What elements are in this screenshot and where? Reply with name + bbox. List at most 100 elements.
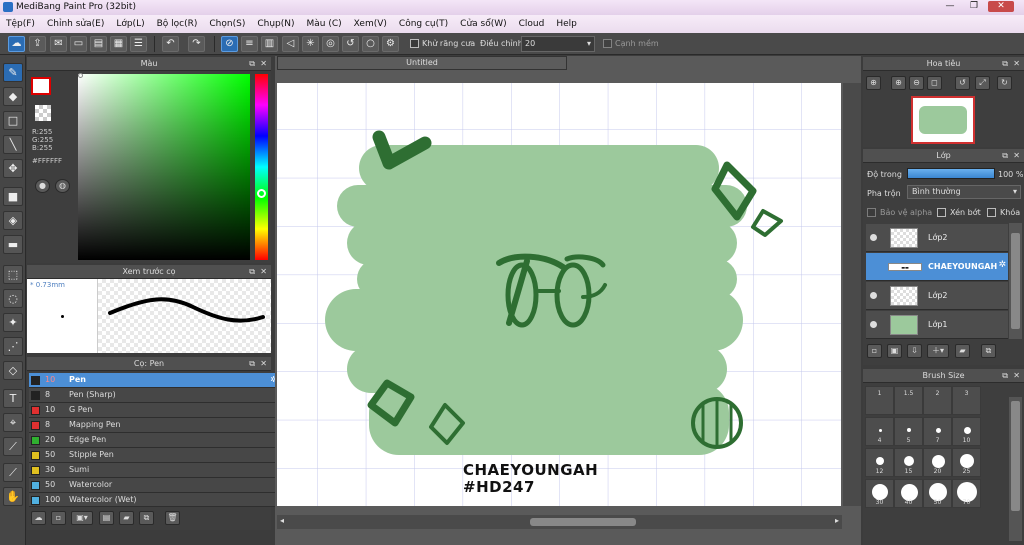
scroll-left-icon[interactable]: ◂ — [280, 516, 284, 525]
menu-select[interactable]: Chọn(S) — [203, 19, 251, 29]
menu-window[interactable]: Cửa sổ(W) — [454, 19, 512, 29]
brush-size-cell[interactable]: 10 — [952, 417, 981, 446]
brush-settings-icon[interactable]: ▤ — [99, 511, 114, 525]
brush-item[interactable]: 50 Watercolor — [29, 478, 281, 493]
background-color-swatch[interactable] — [35, 105, 51, 121]
menu-snap[interactable]: Chụp(N) — [251, 19, 300, 29]
lock-checkbox[interactable] — [987, 208, 996, 217]
parallel-snap-icon[interactable]: ≡ — [241, 36, 258, 52]
zoom-out-icon[interactable]: ⊖ — [909, 76, 924, 90]
duplicate-icon[interactable]: ⧉ — [139, 511, 154, 525]
menu-file[interactable]: Tệp(F) — [0, 19, 41, 29]
document-icon[interactable]: ▤ — [90, 36, 107, 52]
fit-screen-icon[interactable]: ⤢ — [975, 76, 990, 90]
grid-doc-icon[interactable]: ▦ — [110, 36, 127, 52]
brush-item[interactable]: 8 Pen (Sharp) — [29, 388, 281, 403]
cloud-icon[interactable]: ☁ — [8, 36, 25, 52]
redo-icon[interactable]: ↷ — [188, 36, 205, 52]
maximize-button[interactable]: ❐ — [964, 1, 984, 12]
list-icon[interactable]: ☰ — [130, 36, 147, 52]
close-panel-icon[interactable]: ✕ — [1013, 369, 1020, 382]
lasso-tool-icon[interactable]: ◌ — [3, 289, 23, 308]
hscroll-thumb[interactable] — [530, 518, 636, 526]
menu-tools[interactable]: Công cụ(T) — [393, 19, 454, 29]
radial-snap-icon[interactable]: ✳ — [302, 36, 319, 52]
brush-item[interactable]: 20 Edge Pen — [29, 433, 281, 448]
rotate-right-icon[interactable]: ↻ — [997, 76, 1012, 90]
brush-size-cell[interactable]: 40 — [894, 479, 923, 508]
brush-size-cell[interactable]: 25 — [952, 448, 981, 477]
duplicate-layer-icon[interactable]: ⧉ — [981, 344, 996, 358]
rect-tool-icon[interactable]: □ — [3, 111, 23, 130]
sv-cursor[interactable] — [78, 73, 83, 78]
palette-icon[interactable]: ● — [35, 179, 50, 193]
brush-size-scrollbar[interactable] — [1009, 397, 1022, 541]
brush-size-cell[interactable]: 70 — [952, 479, 981, 508]
new-layer-2-icon[interactable]: ▣ — [887, 344, 902, 358]
gear-icon[interactable]: ✲ — [998, 260, 1006, 270]
eye-icon[interactable] — [870, 292, 877, 299]
select-eraser-icon[interactable]: ◇ — [3, 361, 23, 380]
fit-icon[interactable]: ◻ — [927, 76, 942, 90]
brush-size-cell[interactable]: 20 — [923, 448, 952, 477]
line-tool-icon[interactable]: ╲ — [3, 135, 23, 154]
menu-help[interactable]: Help — [550, 19, 583, 29]
protect-alpha-checkbox[interactable] — [867, 208, 876, 217]
brush-size-cell[interactable]: 12 — [865, 448, 894, 477]
eye-icon[interactable] — [870, 234, 877, 241]
eye-icon[interactable] — [870, 321, 877, 328]
menu-cloud[interactable]: Cloud — [513, 19, 551, 29]
brush-cloud-icon[interactable]: ☁ — [31, 511, 46, 525]
brush-size-cell[interactable]: 30 — [865, 479, 894, 508]
opacity-slider[interactable] — [907, 168, 995, 179]
saturation-value-picker[interactable] — [78, 74, 250, 260]
layer-row[interactable]: Lớp2 — [866, 282, 1008, 310]
layer-row[interactable]: Lớp1 — [866, 311, 1008, 339]
minimize-button[interactable]: — — [940, 1, 960, 12]
brush-item[interactable]: 10 Pen ✲ — [29, 373, 281, 388]
brush-size-cell[interactable]: 5 — [894, 417, 923, 446]
undock-icon[interactable]: ⧉ — [1002, 369, 1008, 382]
brush-item[interactable]: 10 G Pen — [29, 403, 281, 418]
close-panel-icon[interactable]: ✕ — [260, 265, 267, 278]
grid-snap-icon[interactable]: ▥ — [261, 36, 278, 52]
eraser-tool-icon[interactable]: ◆ — [3, 87, 23, 106]
correction-select[interactable]: 20 ▾ — [521, 36, 595, 52]
canvas-vscroll[interactable] — [843, 83, 861, 506]
canvas-hscroll[interactable]: ◂ ▸ — [277, 515, 842, 529]
bucket-tool-icon[interactable]: ◈ — [3, 211, 23, 230]
speech-icon[interactable]: ▭ — [70, 36, 87, 52]
circle-snap-icon[interactable]: ◎ — [322, 36, 339, 52]
brush-item[interactable]: 30 Sumi — [29, 463, 281, 478]
ring-snap-icon[interactable]: ○ — [362, 36, 379, 52]
antialias-checkbox[interactable] — [410, 39, 419, 48]
trash-icon[interactable]: 🗑 — [165, 511, 180, 525]
soft-edge-checkbox[interactable] — [603, 39, 612, 48]
document-tab[interactable]: Untitled — [277, 56, 567, 70]
undock-icon[interactable]: ⧉ — [249, 57, 255, 70]
gear-icon[interactable]: ⚙ — [382, 36, 399, 52]
undo-icon[interactable]: ↶ — [162, 36, 179, 52]
menu-filter[interactable]: Bộ lọc(R) — [151, 19, 204, 29]
brush-size-cell[interactable]: 3 — [952, 386, 981, 415]
undock-icon[interactable]: ⧉ — [1002, 57, 1008, 70]
brush-size-cell[interactable]: 7 — [923, 417, 952, 446]
fill-rect-tool-icon[interactable]: ■ — [3, 187, 23, 206]
menu-edit[interactable]: Chỉnh sửa(E) — [41, 19, 110, 29]
layer-row[interactable]: Lớp2 — [866, 224, 1008, 252]
gradient-tool-icon[interactable]: ▬ — [3, 235, 23, 254]
folder-icon[interactable]: ▰ — [119, 511, 134, 525]
merge-icon[interactable]: ⇩ — [907, 344, 922, 358]
undock-icon[interactable]: ⧉ — [1002, 149, 1008, 162]
menu-view[interactable]: Xem(V) — [348, 19, 393, 29]
close-panel-icon[interactable]: ✕ — [260, 57, 267, 70]
menu-color[interactable]: Màu (C) — [301, 19, 348, 29]
zoom-in-2-icon[interactable]: ⊕ — [891, 76, 906, 90]
divide-tool-icon[interactable]: ⌖ — [3, 413, 23, 432]
select-tool-icon[interactable]: ⬚ — [3, 265, 23, 284]
magic-wand-icon[interactable]: ✦ — [3, 313, 23, 332]
new-brush-icon[interactable]: ▫ — [51, 511, 66, 525]
snap-off-icon[interactable]: ⊘ — [221, 36, 238, 52]
blend-select[interactable]: Bình thường ▾ — [907, 185, 1021, 199]
clipping-checkbox[interactable] — [937, 208, 946, 217]
